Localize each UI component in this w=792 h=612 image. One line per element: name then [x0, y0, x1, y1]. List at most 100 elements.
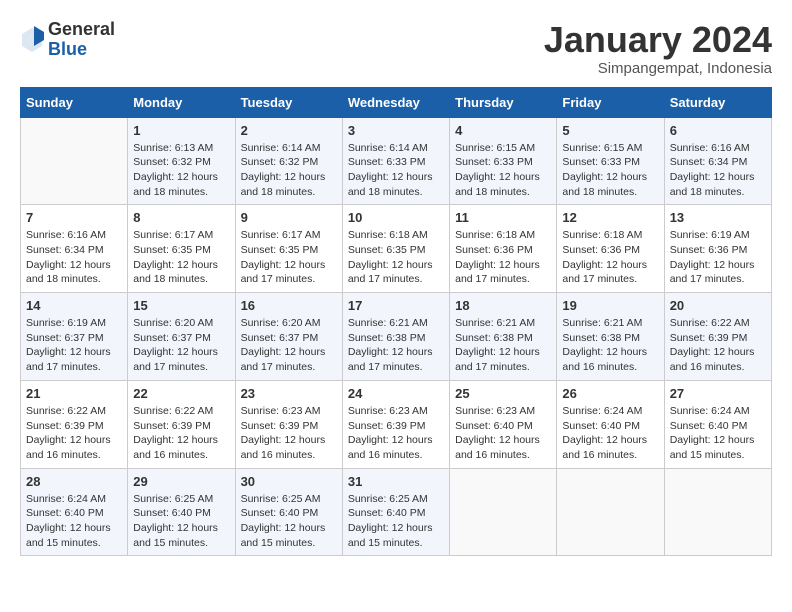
calendar-cell: 30 Sunrise: 6:25 AM Sunset: 6:40 PM Dayli…	[235, 468, 342, 556]
calendar-week-row: 14Sunrise: 6:19 AM Sunset: 6:37 PM Dayli…	[21, 293, 772, 381]
calendar-cell: 24Sunrise: 6:23 AM Sunset: 6:39 PM Dayli…	[342, 380, 449, 468]
day-info: Sunrise: 6:25 AM Sunset: 6:40 PM Dayligh…	[241, 492, 337, 551]
day-info: Sunrise: 6:22 AM Sunset: 6:39 PM Dayligh…	[26, 404, 122, 463]
page-header: General Blue January 2024 Simpangempat, …	[20, 20, 772, 77]
calendar-cell: 29 Sunrise: 6:25 AM Sunset: 6:40 PM Dayli…	[128, 468, 235, 556]
day-info: Sunrise: 6:14 AM Sunset: 6:33 PM Dayligh…	[348, 141, 444, 200]
day-info: Sunrise: 6:23 AM Sunset: 6:39 PM Dayligh…	[348, 404, 444, 463]
day-info: Sunrise: 6:23 AM Sunset: 6:39 PM Dayligh…	[241, 404, 337, 463]
calendar-week-row: 1Sunrise: 6:13 AM Sunset: 6:32 PM Daylig…	[21, 117, 772, 205]
day-info: Sunrise: 6:19 AM Sunset: 6:36 PM Dayligh…	[670, 228, 766, 287]
calendar-cell: 27 Sunrise: 6:24 AM Sunset: 6:40 PM Dayli…	[664, 380, 771, 468]
day-number: 5	[562, 123, 658, 138]
day-number: 26	[562, 386, 658, 401]
day-info: Sunrise: 6:25 AM Sunset: 6:40 PM Dayligh…	[133, 492, 229, 551]
day-info: Sunrise: 6:22 AM Sunset: 6:39 PM Dayligh…	[670, 316, 766, 375]
day-number: 16	[241, 298, 337, 313]
logo-blue-text: Blue	[48, 40, 115, 60]
calendar-cell: 28Sunrise: 6:24 AM Sunset: 6:40 PM Dayli…	[21, 468, 128, 556]
calendar-cell: 4 Sunrise: 6:15 AM Sunset: 6:33 PM Daylig…	[450, 117, 557, 205]
day-number: 3	[348, 123, 444, 138]
day-number: 7	[26, 210, 122, 225]
day-number: 12	[562, 210, 658, 225]
calendar-cell: 9 Sunrise: 6:17 AM Sunset: 6:35 PM Daylig…	[235, 205, 342, 293]
weekday-header-monday: Monday	[128, 87, 235, 117]
day-info: Sunrise: 6:23 AM Sunset: 6:40 PM Dayligh…	[455, 404, 551, 463]
calendar-cell: 26 Sunrise: 6:24 AM Sunset: 6:40 PM Dayli…	[557, 380, 664, 468]
calendar-cell: 25 Sunrise: 6:23 AM Sunset: 6:40 PM Dayli…	[450, 380, 557, 468]
day-info: Sunrise: 6:20 AM Sunset: 6:37 PM Dayligh…	[133, 316, 229, 375]
day-info: Sunrise: 6:24 AM Sunset: 6:40 PM Dayligh…	[562, 404, 658, 463]
logo-general-text: General	[48, 20, 115, 40]
day-info: Sunrise: 6:21 AM Sunset: 6:38 PM Dayligh…	[455, 316, 551, 375]
day-number: 28	[26, 474, 122, 489]
calendar-cell: 18 Sunrise: 6:21 AM Sunset: 6:38 PM Dayli…	[450, 293, 557, 381]
calendar-cell	[450, 468, 557, 556]
calendar-cell: 12 Sunrise: 6:18 AM Sunset: 6:36 PM Dayli…	[557, 205, 664, 293]
day-number: 13	[670, 210, 766, 225]
day-info: Sunrise: 6:25 AM Sunset: 6:40 PM Dayligh…	[348, 492, 444, 551]
calendar-cell: 31Sunrise: 6:25 AM Sunset: 6:40 PM Dayli…	[342, 468, 449, 556]
day-number: 8	[133, 210, 229, 225]
logo-text: General Blue	[48, 20, 115, 60]
day-info: Sunrise: 6:20 AM Sunset: 6:37 PM Dayligh…	[241, 316, 337, 375]
logo: General Blue	[20, 20, 115, 60]
calendar-cell: 7 Sunrise: 6:16 AM Sunset: 6:34 PM Daylig…	[21, 205, 128, 293]
day-number: 25	[455, 386, 551, 401]
calendar-cell: 3 Sunrise: 6:14 AM Sunset: 6:33 PM Daylig…	[342, 117, 449, 205]
day-info: Sunrise: 6:15 AM Sunset: 6:33 PM Dayligh…	[562, 141, 658, 200]
logo-icon	[20, 26, 44, 54]
calendar-week-row: 21 Sunrise: 6:22 AM Sunset: 6:39 PM Dayli…	[21, 380, 772, 468]
day-number: 30	[241, 474, 337, 489]
day-info: Sunrise: 6:17 AM Sunset: 6:35 PM Dayligh…	[133, 228, 229, 287]
day-info: Sunrise: 6:17 AM Sunset: 6:35 PM Dayligh…	[241, 228, 337, 287]
day-info: Sunrise: 6:24 AM Sunset: 6:40 PM Dayligh…	[670, 404, 766, 463]
day-number: 2	[241, 123, 337, 138]
day-number: 17	[348, 298, 444, 313]
day-number: 6	[670, 123, 766, 138]
calendar-cell: 14Sunrise: 6:19 AM Sunset: 6:37 PM Dayli…	[21, 293, 128, 381]
day-number: 20	[670, 298, 766, 313]
calendar-week-row: 28Sunrise: 6:24 AM Sunset: 6:40 PM Dayli…	[21, 468, 772, 556]
calendar-cell	[21, 117, 128, 205]
calendar-cell: 13 Sunrise: 6:19 AM Sunset: 6:36 PM Dayli…	[664, 205, 771, 293]
day-info: Sunrise: 6:18 AM Sunset: 6:36 PM Dayligh…	[562, 228, 658, 287]
day-number: 14	[26, 298, 122, 313]
day-info: Sunrise: 6:18 AM Sunset: 6:36 PM Dayligh…	[455, 228, 551, 287]
day-info: Sunrise: 6:15 AM Sunset: 6:33 PM Dayligh…	[455, 141, 551, 200]
calendar-cell: 15Sunrise: 6:20 AM Sunset: 6:37 PM Dayli…	[128, 293, 235, 381]
weekday-header-row: SundayMondayTuesdayWednesdayThursdayFrid…	[21, 87, 772, 117]
calendar-cell: 11Sunrise: 6:18 AM Sunset: 6:36 PM Dayli…	[450, 205, 557, 293]
calendar-table: SundayMondayTuesdayWednesdayThursdayFrid…	[20, 87, 772, 557]
day-info: Sunrise: 6:16 AM Sunset: 6:34 PM Dayligh…	[670, 141, 766, 200]
calendar-cell: 10 Sunrise: 6:18 AM Sunset: 6:35 PM Dayli…	[342, 205, 449, 293]
day-info: Sunrise: 6:18 AM Sunset: 6:35 PM Dayligh…	[348, 228, 444, 287]
weekday-header-friday: Friday	[557, 87, 664, 117]
day-number: 18	[455, 298, 551, 313]
calendar-cell: 17Sunrise: 6:21 AM Sunset: 6:38 PM Dayli…	[342, 293, 449, 381]
day-number: 29	[133, 474, 229, 489]
day-number: 10	[348, 210, 444, 225]
day-info: Sunrise: 6:16 AM Sunset: 6:34 PM Dayligh…	[26, 228, 122, 287]
calendar-cell: 6 Sunrise: 6:16 AM Sunset: 6:34 PM Daylig…	[664, 117, 771, 205]
weekday-header-thursday: Thursday	[450, 87, 557, 117]
weekday-header-wednesday: Wednesday	[342, 87, 449, 117]
weekday-header-sunday: Sunday	[21, 87, 128, 117]
day-number: 9	[241, 210, 337, 225]
day-number: 27	[670, 386, 766, 401]
calendar-week-row: 7 Sunrise: 6:16 AM Sunset: 6:34 PM Daylig…	[21, 205, 772, 293]
day-number: 21	[26, 386, 122, 401]
day-info: Sunrise: 6:22 AM Sunset: 6:39 PM Dayligh…	[133, 404, 229, 463]
day-number: 19	[562, 298, 658, 313]
calendar-cell: 16 Sunrise: 6:20 AM Sunset: 6:37 PM Dayli…	[235, 293, 342, 381]
calendar-cell: 2 Sunrise: 6:14 AM Sunset: 6:32 PM Daylig…	[235, 117, 342, 205]
day-info: Sunrise: 6:14 AM Sunset: 6:32 PM Dayligh…	[241, 141, 337, 200]
day-number: 4	[455, 123, 551, 138]
calendar-cell: 23Sunrise: 6:23 AM Sunset: 6:39 PM Dayli…	[235, 380, 342, 468]
day-info: Sunrise: 6:13 AM Sunset: 6:32 PM Dayligh…	[133, 141, 229, 200]
day-info: Sunrise: 6:21 AM Sunset: 6:38 PM Dayligh…	[562, 316, 658, 375]
calendar-cell: 22Sunrise: 6:22 AM Sunset: 6:39 PM Dayli…	[128, 380, 235, 468]
calendar-cell: 5 Sunrise: 6:15 AM Sunset: 6:33 PM Daylig…	[557, 117, 664, 205]
calendar-cell: 21 Sunrise: 6:22 AM Sunset: 6:39 PM Dayli…	[21, 380, 128, 468]
calendar-cell	[557, 468, 664, 556]
